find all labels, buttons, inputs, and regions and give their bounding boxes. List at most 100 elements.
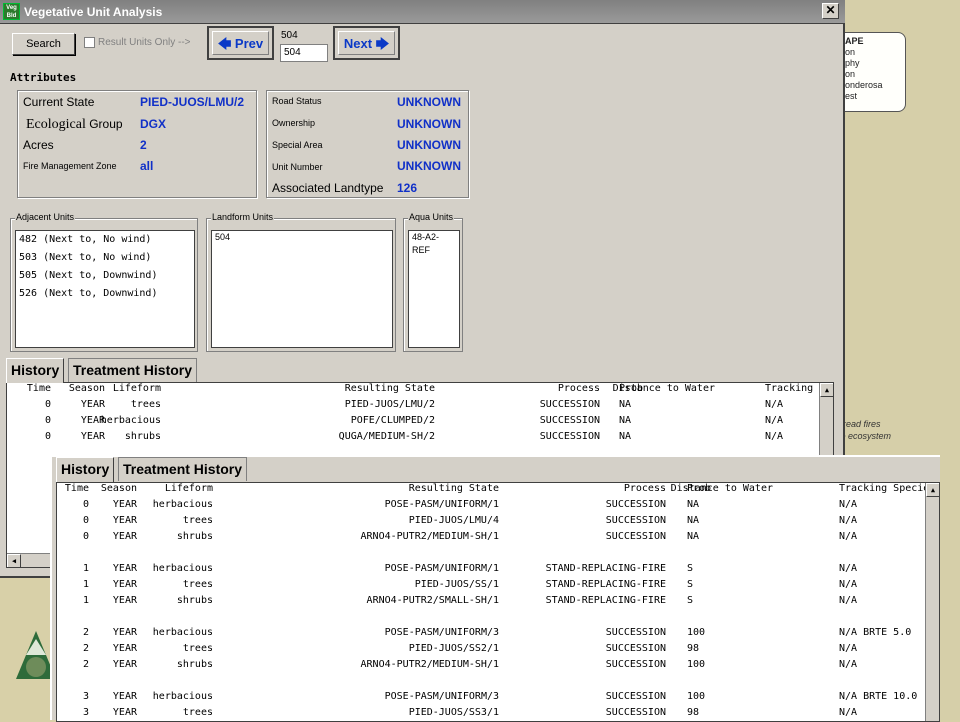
column-header: Resulting State — [408, 483, 499, 494]
table-cell: PIED-JUOS/SS2/1 — [408, 643, 499, 654]
table-row[interactable]: 1 YEAR shrubs ARNO4-PUTR2/SMALL-SH/1 STAND-R… — [57, 595, 939, 611]
box-line: est — [845, 91, 858, 101]
table-row[interactable]: 2 YEAR shrubs ARNO4-PUTR2/MEDIUM-SH/1 SUCCES… — [57, 659, 939, 675]
table-cell: SUCCESSION — [605, 707, 666, 718]
table-row[interactable]: 0 YEAR herbacious POFE/CLUMPED/2 SUCCESSION N… — [7, 415, 833, 431]
table-cell: SUCCESSION — [539, 431, 600, 442]
tab-treatment-history[interactable]: Treatment History — [68, 358, 198, 382]
result-units-label: Result Units Only --> — [98, 37, 191, 48]
attributes-heading: Attributes — [10, 71, 77, 84]
column-header: Distance to Water — [612, 383, 715, 394]
tab-history-2[interactable]: History — [56, 457, 115, 482]
table-cell: trees — [182, 579, 213, 590]
table-row[interactable] — [57, 675, 939, 691]
table-cell: trees — [182, 515, 213, 526]
column-header: Season — [100, 483, 137, 494]
table-cell: YEAR — [112, 659, 137, 670]
table-row[interactable]: 2 YEAR herbacious POSE-PASM/UNIFORM/3 SUCCES… — [57, 627, 939, 643]
table-cell: 0 — [82, 499, 89, 510]
note-line: to ecosystem — [838, 431, 892, 441]
column-header: Distance to Water — [670, 483, 773, 494]
table-row[interactable] — [57, 611, 939, 627]
search-button[interactable]: Search — [12, 33, 75, 55]
table-cell: 0 — [82, 531, 89, 542]
table-cell: S — [687, 579, 694, 590]
fire-zone-label: Fire Management Zone — [23, 161, 117, 171]
history-table-2[interactable]: Time Season Lifeform Resulting State Process… — [56, 482, 940, 722]
scroll-left-icon[interactable]: ◀ — [7, 554, 21, 567]
table-row[interactable]: 2 YEAR trees PIED-JUOS/SS2/1 SUCCESSION 98 N/A — [57, 643, 939, 659]
result-units-checkbox[interactable] — [84, 37, 95, 48]
table-row[interactable]: 0 YEAR shrubs QUGA/MEDIUM-SH/2 SUCCESSION NA N… — [7, 431, 833, 447]
table-row[interactable]: 0 YEAR trees PIED-JUOS/LMU/2 SUCCESSION NA N/A — [7, 399, 833, 415]
table-cell: 100 — [687, 691, 706, 702]
list-item[interactable]: 503 (Next to, No wind) — [19, 249, 191, 267]
table-cell: 100 — [687, 659, 706, 670]
list-item[interactable]: 48-A2-REF — [412, 231, 456, 257]
list-item[interactable]: 504 — [215, 231, 389, 244]
special-area-value: UNKNOWN — [397, 138, 461, 152]
table-row[interactable]: 0 YEAR trees PIED-JUOS/LMU/4 SUCCESSION NA N/A — [57, 515, 939, 531]
tab-history[interactable]: History — [6, 358, 65, 383]
table-cell: herbacious — [152, 499, 213, 510]
table-cell: NA — [687, 531, 700, 542]
unit-number-input[interactable]: 504 — [280, 44, 328, 62]
table-cell: NA — [687, 499, 700, 510]
list-item[interactable]: 505 (Next to, Downwind) — [19, 267, 191, 285]
list-item[interactable]: 526 (Next to, Downwind) — [19, 285, 191, 303]
table-cell: PIED-JUOS/LMU/2 — [344, 399, 435, 410]
table-row[interactable]: 3 YEAR herbacious POSE-PASM/UNIFORM/3 SUCCES… — [57, 691, 939, 707]
current-state-value: PIED-JUOS/LMU/2 — [140, 95, 245, 109]
table-cell: trees — [130, 399, 161, 410]
table-cell: 1 — [82, 563, 89, 574]
table-cell: ARNO4-PUTR2/MEDIUM-SH/1 — [360, 531, 499, 542]
table-cell: SUCCESSION — [539, 415, 600, 426]
column-header: Process — [557, 383, 600, 394]
table-cell: SUCCESSION — [605, 659, 666, 670]
table-row[interactable]: 1 YEAR trees PIED-JUOS/SS/1 STAND-REPLACING-… — [57, 579, 939, 595]
adjacent-units-list[interactable]: 482 (Next to, No wind) 503 (Next to, No … — [15, 230, 195, 348]
table-cell: trees — [182, 707, 213, 718]
prev-button[interactable]: 🡄 Prev — [207, 26, 274, 60]
table-cell: N/A — [839, 563, 858, 574]
scroll-up-icon[interactable]: ▲ — [820, 383, 833, 397]
table-cell: ARNO4-PUTR2/MEDIUM-SH/1 — [360, 659, 499, 670]
landform-units-list[interactable]: 504 — [211, 230, 393, 348]
table-cell: YEAR — [112, 563, 137, 574]
adjacent-units-title: Adjacent Units — [15, 212, 76, 222]
table-cell: YEAR — [112, 595, 137, 606]
title-bar: Veg Bld Vegetative Unit Analysis ✕ — [0, 0, 845, 24]
table-cell: 1 — [82, 579, 89, 590]
table-cell: N/A — [839, 659, 858, 670]
column-header: Time — [64, 483, 89, 494]
close-button[interactable]: ✕ — [822, 3, 839, 19]
table-cell: POSE-PASM/UNIFORM/3 — [384, 691, 499, 702]
table-row[interactable] — [57, 547, 939, 563]
aqua-units-title: Aqua Units — [408, 212, 455, 222]
table-row[interactable]: 0 YEAR herbacious POSE-PASM/UNIFORM/1 SUCCES… — [57, 499, 939, 515]
scroll-up-icon[interactable]: ▲ — [926, 483, 939, 497]
table-cell: POSE-PASM/UNIFORM/1 — [384, 499, 499, 510]
next-button[interactable]: Next 🡆 — [333, 26, 400, 60]
table-cell: 0 — [44, 399, 51, 410]
table-cell: N/A — [839, 595, 858, 606]
table-cell: herbacious — [152, 627, 213, 638]
landtype-value: 126 — [397, 181, 418, 195]
table-cell: ARNO4-PUTR2/SMALL-SH/1 — [366, 595, 499, 606]
table-row[interactable]: 0 YEAR shrubs ARNO4-PUTR2/MEDIUM-SH/1 SUCCES… — [57, 531, 939, 547]
aqua-units-list[interactable]: 48-A2-REF — [408, 230, 460, 348]
tab-treatment-history-2[interactable]: Treatment History — [118, 457, 248, 481]
table-cell: SUCCESSION — [605, 643, 666, 654]
table-cell: PIED-JUOS/LMU/4 — [408, 515, 499, 526]
list-item[interactable]: 482 (Next to, No wind) — [19, 231, 191, 249]
unit-number-attr-label: Unit Number — [272, 162, 323, 172]
history-window: History Treatment History Time Season Life… — [50, 455, 940, 722]
table-cell: SUCCESSION — [605, 515, 666, 526]
ecological-label: Ecological — [26, 117, 86, 132]
table-row[interactable]: 1 YEAR herbacious POSE-PASM/UNIFORM/1 STAND-… — [57, 563, 939, 579]
table-cell: shrubs — [124, 431, 161, 442]
table-cell: 98 — [687, 643, 700, 654]
vertical-scrollbar[interactable]: ▲ — [925, 483, 939, 721]
table-cell: shrubs — [176, 595, 213, 606]
table-cell: 0 — [44, 415, 51, 426]
